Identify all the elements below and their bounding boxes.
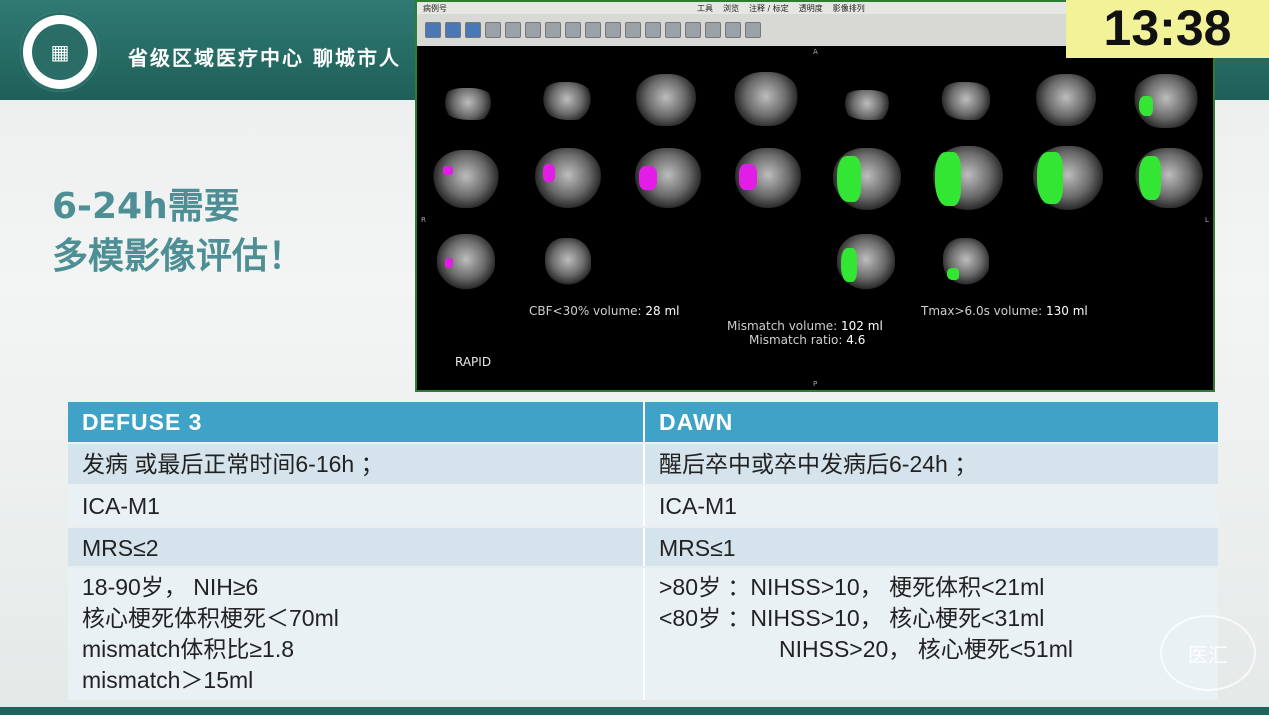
reset-icon[interactable] — [725, 22, 741, 38]
marker-posterior: P — [813, 380, 818, 388]
hypoperfusion-region — [837, 156, 861, 202]
expand-icon[interactable] — [565, 22, 581, 38]
menu-item-browse[interactable]: 浏览 — [723, 3, 739, 14]
tmax-volume-value: 130 ml — [1046, 304, 1088, 318]
tmax-volume-readout: Tmax>6.0s volume: 130 ml — [921, 304, 1088, 318]
menu-item-opacity[interactable]: 透明度 — [799, 3, 823, 14]
menu-item-tools[interactable]: 工具 — [697, 3, 713, 14]
criteria-line: 核心梗死体积梗死＜70ml — [82, 605, 339, 631]
table-cell: ICA-M1 — [82, 493, 160, 519]
slide-heading: 6-24h需要 多模影像评估！ — [52, 182, 304, 282]
brain-slice — [939, 82, 993, 120]
core-infarct-region — [639, 166, 657, 190]
book-icon: ▦ — [32, 24, 88, 80]
table-cell: MRS≤2 — [82, 535, 159, 561]
criteria-line: NIHSS>20， 核心梗死<51ml — [779, 636, 1073, 662]
series-icon[interactable] — [465, 22, 481, 38]
hospital-logo: ▦ — [20, 12, 100, 92]
table-cell: 醒后卒中或卒中发病后6-24h ； — [643, 444, 1218, 484]
grid-icon[interactable] — [705, 22, 721, 38]
table-cell: ICA-M1 — [643, 486, 1218, 526]
mismatch-ratio-label: Mismatch ratio: — [749, 333, 843, 347]
table-row: MRS≤2 MRS≤1 — [68, 528, 1218, 566]
brain-slice — [545, 238, 591, 286]
zoom-out-icon[interactable] — [625, 22, 641, 38]
header-title: 省级区域医疗中心 聊城市人 — [128, 46, 401, 70]
cbf-volume-label: CBF<30% volume: — [529, 304, 642, 318]
brain-slice — [635, 74, 697, 126]
menu-item-case[interactable]: 病例号 — [423, 3, 447, 14]
dawn-criteria-cell: >80岁 ：NIHSS>10， 梗死体积<21ml <80岁 ：NIHSS>10… — [643, 568, 1218, 700]
criteria-line: 18-90岁， NIH≥6 — [82, 574, 259, 600]
core-infarct-region — [543, 164, 555, 182]
table-row: ICA-M1 ICA-M1 — [68, 486, 1218, 526]
brain-slice — [541, 82, 593, 120]
heading-line-1: 6-24h需要 — [52, 186, 240, 227]
time-display: 13:38 — [1066, 0, 1269, 58]
mismatch-volume-readout: Mismatch volume: 102 ml — [727, 319, 883, 333]
cbf-volume-readout: CBF<30% volume: 28 ml — [529, 304, 680, 318]
criteria-line: <80岁 ：NIHSS>10， 核心梗死<31ml — [659, 605, 1045, 631]
window-icon[interactable] — [445, 22, 461, 38]
watermark-logo: 医汇 — [1160, 615, 1256, 691]
pan-icon[interactable] — [645, 22, 661, 38]
zoom-in-icon[interactable] — [605, 22, 621, 38]
brain-slice — [441, 88, 495, 120]
tool-icon[interactable] — [485, 22, 501, 38]
hypoperfusion-region — [1037, 152, 1063, 204]
brain-slice — [1035, 74, 1097, 126]
marker-left: L — [1205, 216, 1209, 224]
layout-icon[interactable] — [425, 22, 441, 38]
core-infarct-region — [739, 164, 757, 190]
mismatch-volume-label: Mismatch volume: — [727, 319, 838, 333]
marker-anterior: A — [813, 48, 818, 56]
marker-right: R — [421, 216, 426, 224]
folder-icon[interactable] — [505, 22, 521, 38]
hypoperfusion-region — [1139, 96, 1153, 116]
footer-bar — [0, 707, 1269, 715]
brain-slice — [433, 150, 499, 208]
magnify-icon[interactable] — [665, 22, 681, 38]
rotate-icon[interactable] — [685, 22, 701, 38]
mismatch-ratio-readout: Mismatch ratio: 4.6 — [749, 333, 865, 347]
table-row: 18-90岁， NIH≥6 核心梗死体积梗死＜70ml mismatch体积比≥… — [68, 568, 1218, 700]
brain-slice — [841, 90, 893, 120]
criteria-line: mismatch体积比≥1.8 — [82, 636, 294, 662]
table-cell: 发病 或最后正常时间6-16h ； — [82, 451, 384, 477]
mismatch-volume-value: 102 ml — [841, 319, 883, 333]
hypoperfusion-region — [841, 248, 857, 282]
defuse3-criteria-cell: 18-90岁， NIH≥6 核心梗死体积梗死＜70ml mismatch体积比≥… — [68, 568, 643, 700]
criteria-line: mismatch＞15ml — [82, 667, 254, 693]
list-icon[interactable] — [525, 22, 541, 38]
heading-line-2: 多模影像评估！ — [52, 236, 305, 277]
core-infarct-region — [445, 258, 453, 268]
table-cell: MRS≤1 — [643, 528, 1218, 566]
trial-criteria-table: DEFUSE 3 DAWN 发病 或最后正常时间6-16h ； 醒后卒中或卒中发… — [68, 402, 1218, 700]
hypoperfusion-region — [935, 152, 961, 206]
column-header-dawn: DAWN — [643, 402, 1218, 442]
export-icon[interactable] — [745, 22, 761, 38]
table-header-row: DEFUSE 3 DAWN — [68, 402, 1218, 442]
fit-icon[interactable] — [545, 22, 561, 38]
table-row: 发病 或最后正常时间6-16h ； 醒后卒中或卒中发病后6-24h ； — [68, 444, 1218, 484]
column-header-defuse3: DEFUSE 3 — [82, 409, 203, 435]
criteria-line: >80岁 ：NIHSS>10， 梗死体积<21ml — [659, 574, 1045, 600]
hypoperfusion-region — [1139, 156, 1161, 200]
brain-slice — [733, 72, 799, 126]
filter-icon[interactable] — [585, 22, 601, 38]
tmax-volume-label: Tmax>6.0s volume: — [921, 304, 1043, 318]
menu-item-layout[interactable]: 影像排列 — [833, 3, 865, 14]
perfusion-viewer-window: 病例号 工具 浏览 注释 / 标定 透明度 影像排列 A R L P CBF<3… — [415, 0, 1215, 392]
core-infarct-region — [443, 166, 453, 175]
viewer-image-area[interactable]: A R L P CBF<30% volume: 28 ml Tmax>6.0s … — [417, 46, 1213, 392]
software-label: RAPID — [455, 355, 492, 369]
hypoperfusion-region — [947, 268, 959, 280]
menu-item-annotate[interactable]: 注释 / 标定 — [749, 3, 789, 14]
cbf-volume-value: 28 ml — [645, 304, 680, 318]
mismatch-ratio-value: 4.6 — [846, 333, 866, 347]
